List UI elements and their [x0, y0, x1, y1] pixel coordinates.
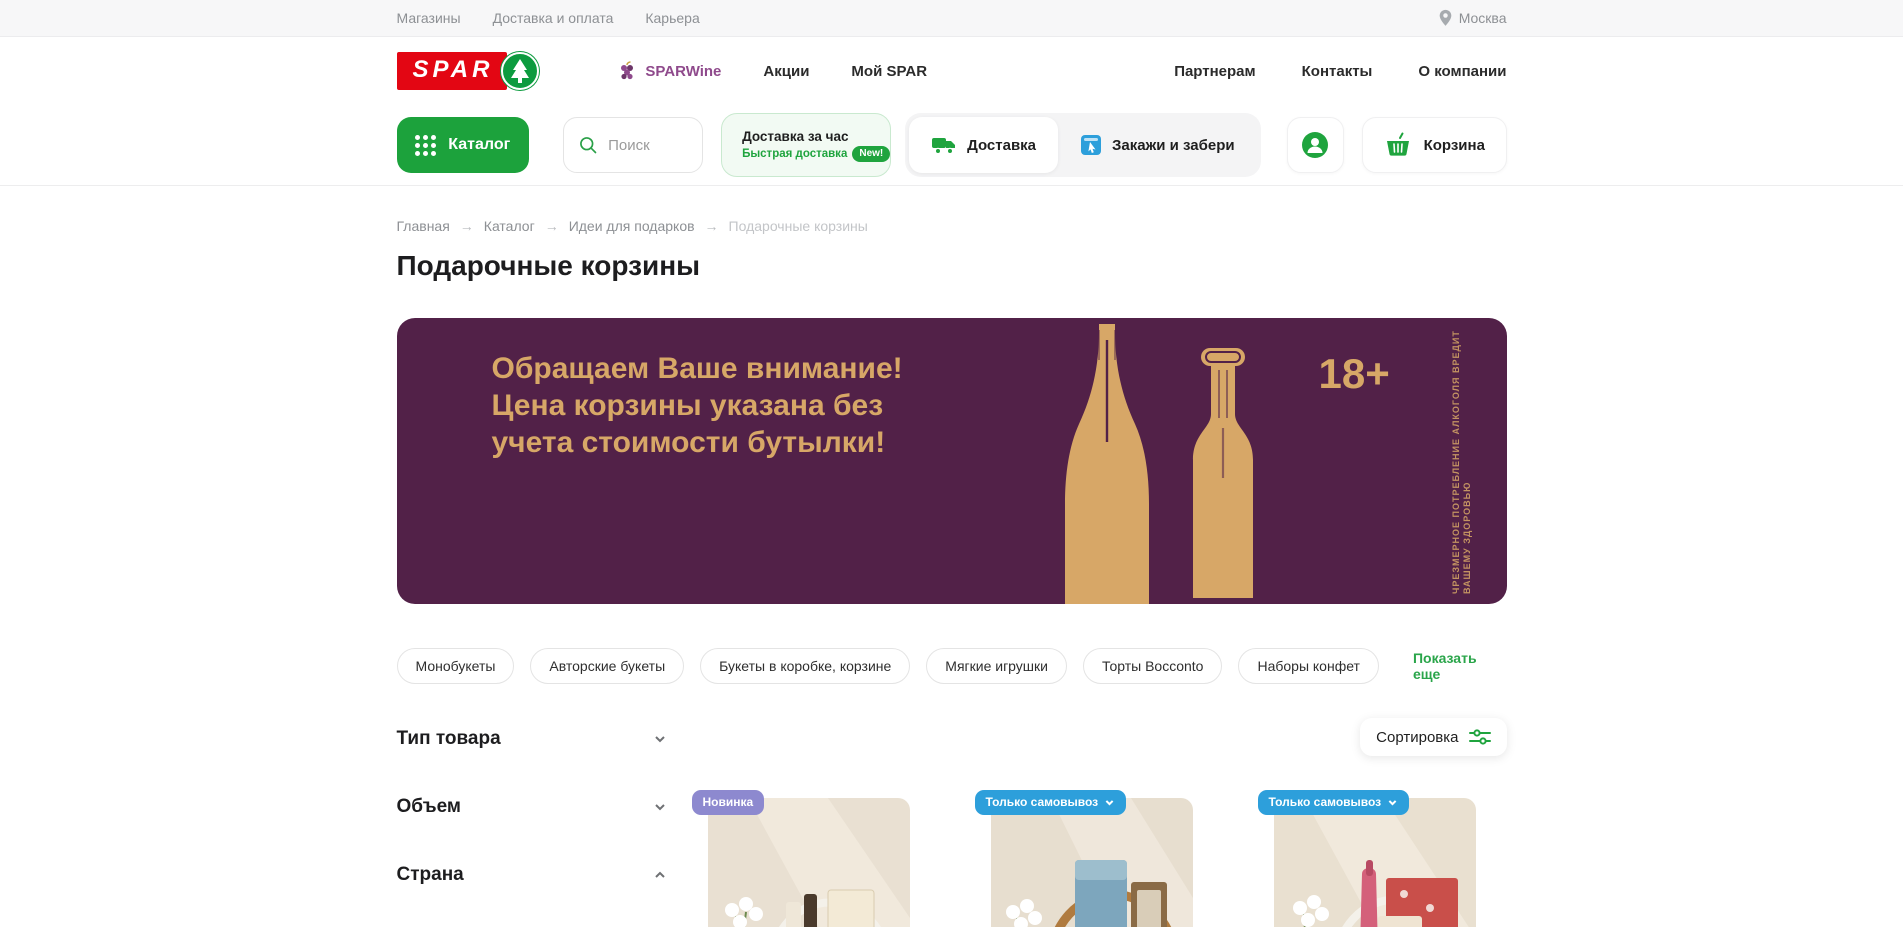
catalog-button-label: Каталог [448, 136, 510, 154]
location-pin-icon [1438, 9, 1453, 27]
chip-bocconto-cakes[interactable]: Торты Bocconto [1083, 648, 1222, 684]
filter-group-product-type[interactable]: Тип товара [397, 728, 667, 750]
header-nav: SPARWine Акции Мой SPAR [617, 61, 927, 81]
products-section: Сортировка Новинка [667, 712, 1507, 927]
alcohol-warning-text: ЧРЕЗМЕРНОЕ ПОТРЕБЛЕНИЕ АЛКОГОЛЯ ВРЕДИТ В… [1451, 328, 1473, 594]
chip-box-bouquets[interactable]: Букеты в коробке, корзине [700, 648, 910, 684]
account-button[interactable] [1287, 117, 1344, 173]
show-more-link[interactable]: Показать еще [1413, 650, 1507, 682]
page-title: Подарочные корзины [397, 250, 1507, 282]
breadcrumb-catalog[interactable]: Каталог [484, 218, 535, 234]
cart-button-label: Корзина [1424, 137, 1485, 154]
wine-bottle-icon [1175, 348, 1271, 598]
hour-delivery-title: Доставка за час [742, 129, 890, 144]
hour-delivery-subtitle: Быстрая доставка [742, 148, 847, 160]
basket-icon [1384, 132, 1412, 158]
tab-pickup-label: Закажи и забери [1112, 137, 1235, 154]
search-icon [578, 133, 598, 157]
filter-label: Объем [397, 796, 462, 818]
filter-label: Тип товара [397, 728, 501, 750]
nav-about[interactable]: О компании [1418, 63, 1506, 80]
topbar-link-delivery-payment[interactable]: Доставка и оплата [493, 10, 614, 26]
chevron-down-icon [1104, 797, 1115, 808]
product-badge-new: Новинка [692, 790, 765, 815]
banner-text: Обращаем Ваше внимание! Цена корзины ука… [492, 350, 903, 461]
breadcrumb-separator: → [460, 218, 474, 234]
product-badge-pickup-only[interactable]: Только самовывоз [975, 790, 1127, 815]
product-badge-pickup-only[interactable]: Только самовывоз [1258, 790, 1410, 815]
spar-logo[interactable]: SPAR [397, 52, 540, 90]
spar-logo-text: SPAR [397, 52, 508, 90]
product-card[interactable]: Только самовывоз [1274, 798, 1476, 927]
chip-candy-sets[interactable]: Наборы конфет [1238, 648, 1379, 684]
spar-tree-icon [501, 52, 539, 90]
chevron-down-icon [653, 800, 667, 814]
sliders-icon [1469, 728, 1491, 746]
nav-partners[interactable]: Партнерам [1174, 63, 1255, 80]
cart-button[interactable]: Корзина [1362, 117, 1506, 173]
search-input[interactable] [608, 137, 688, 154]
product-image[interactable] [991, 798, 1193, 927]
chevron-down-icon [653, 732, 667, 746]
breadcrumb-separator: → [545, 218, 559, 234]
header: SPAR SPARWine Акции [0, 37, 1903, 186]
breadcrumb-gift-ideas[interactable]: Идеи для подарков [569, 218, 695, 234]
product-image[interactable] [708, 798, 910, 927]
nav-my-spar[interactable]: Мой SPAR [851, 63, 927, 80]
product-grid: Новинка [667, 798, 1507, 927]
user-icon [1300, 130, 1330, 160]
new-badge: New! [852, 146, 890, 162]
click-collect-icon [1080, 134, 1102, 156]
filter-group-country[interactable]: Страна [397, 864, 667, 886]
wine-bottle-icon [1057, 324, 1157, 604]
topbar-link-stores[interactable]: Магазины [397, 10, 461, 26]
grapes-icon [617, 61, 637, 81]
header-right-nav: Партнерам Контакты О компании [1174, 63, 1506, 80]
topbar-link-career[interactable]: Карьера [645, 10, 699, 26]
tab-delivery-label: Доставка [967, 137, 1036, 154]
hour-delivery-card[interactable]: Доставка за час Быстрая доставка New! [721, 113, 891, 177]
breadcrumb-separator: → [705, 218, 719, 234]
main-content: Главная → Каталог → Идеи для подарков → … [397, 186, 1507, 927]
filter-group-volume[interactable]: Объем [397, 796, 667, 818]
delivery-mode-switch: Доставка Закажи и забери [905, 113, 1261, 177]
grid-dots-icon [415, 135, 436, 156]
nav-sparwine-label: SPARWine [645, 63, 721, 80]
catalog-button[interactable]: Каталог [397, 117, 530, 173]
sort-button-label: Сортировка [1376, 729, 1458, 746]
city-selector[interactable]: Москва [1438, 9, 1507, 27]
chip-plush-toys[interactable]: Мягкие игрушки [926, 648, 1067, 684]
filter-label: Страна [397, 864, 464, 886]
city-name: Москва [1459, 10, 1507, 26]
chip-monobouquets[interactable]: Монобукеты [397, 648, 515, 684]
product-card[interactable]: Новинка [708, 798, 910, 927]
tab-delivery[interactable]: Доставка [909, 117, 1058, 173]
age-warning-banner: Обращаем Ваше внимание! Цена корзины ука… [397, 318, 1507, 604]
nav-contacts[interactable]: Контакты [1302, 63, 1373, 80]
category-chips: Монобукеты Авторские букеты Букеты в кор… [397, 648, 1507, 684]
action-bar: Каталог [0, 105, 1903, 186]
search-box[interactable] [563, 117, 703, 173]
breadcrumb: Главная → Каталог → Идеи для подарков → … [397, 218, 1507, 234]
sort-button[interactable]: Сортировка [1360, 718, 1506, 756]
nav-sparwine[interactable]: SPARWine [617, 61, 721, 81]
content-row: Тип товара Объем Страна Россия (4) [397, 712, 1507, 927]
age-badge: 18+ [1319, 350, 1390, 398]
truck-icon [931, 135, 957, 155]
topbar: Магазины Доставка и оплата Карьера Москв… [0, 0, 1903, 37]
chevron-up-icon [653, 868, 667, 882]
filters-sidebar: Тип товара Объем Страна Россия (4) [397, 712, 667, 927]
nav-promos[interactable]: Акции [763, 63, 809, 80]
chevron-down-icon [1387, 797, 1398, 808]
chip-author-bouquets[interactable]: Авторские букеты [530, 648, 684, 684]
breadcrumb-home[interactable]: Главная [397, 218, 450, 234]
breadcrumb-current: Подарочные корзины [729, 218, 868, 234]
tab-pickup[interactable]: Закажи и забери [1058, 117, 1257, 173]
page: Магазины Доставка и оплата Карьера Москв… [0, 0, 1903, 927]
product-card[interactable]: Только самовывоз [991, 798, 1193, 927]
product-image[interactable] [1274, 798, 1476, 927]
